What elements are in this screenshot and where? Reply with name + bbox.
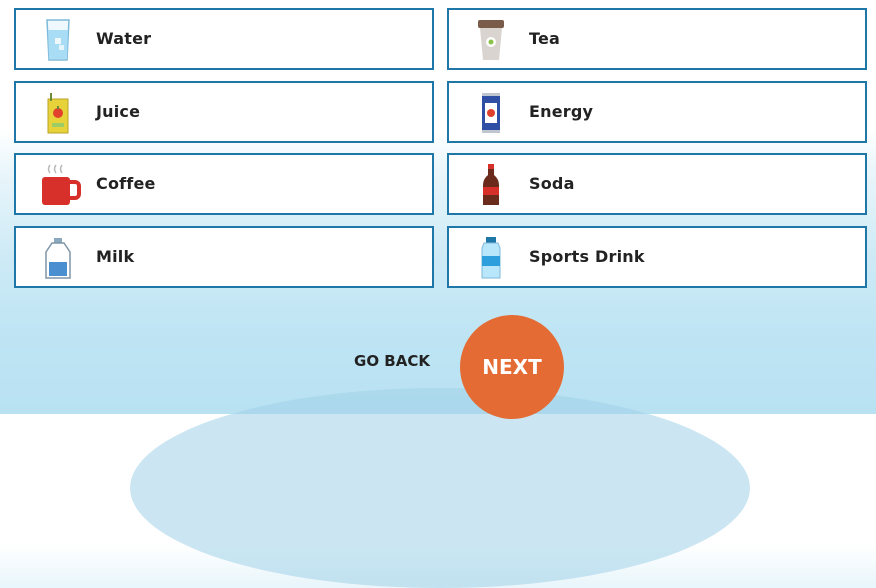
juice-box-icon	[47, 93, 69, 134]
option-water[interactable]: Water	[14, 8, 434, 70]
background-arc	[130, 388, 750, 588]
water-glass-icon	[46, 19, 70, 61]
option-energy[interactable]: Energy	[447, 81, 867, 143]
option-juice[interactable]: Juice	[14, 81, 434, 143]
option-label: Tea	[529, 29, 561, 48]
option-tea[interactable]: Tea	[447, 8, 867, 70]
option-soda[interactable]: Soda	[447, 153, 867, 215]
coffee-mug-icon	[42, 164, 81, 205]
soda-bottle-icon	[483, 164, 499, 205]
option-label: Energy	[529, 102, 594, 121]
sports-drink-bottle-icon	[481, 237, 501, 279]
option-label: Water	[96, 29, 152, 48]
option-label: Coffee	[96, 174, 156, 193]
tea-cup-icon	[478, 20, 504, 60]
option-coffee[interactable]: Coffee	[14, 153, 434, 215]
option-label: Juice	[96, 102, 141, 121]
option-label: Milk	[96, 247, 135, 266]
option-label: Sports Drink	[529, 247, 645, 266]
energy-can-icon	[482, 93, 500, 133]
option-label: Soda	[529, 174, 575, 193]
milk-jug-icon	[45, 238, 71, 279]
go-back-button[interactable]: GO BACK	[342, 346, 442, 376]
next-button[interactable]: NEXT	[460, 315, 564, 419]
option-sports-drink[interactable]: Sports Drink	[447, 226, 867, 288]
option-milk[interactable]: Milk	[14, 226, 434, 288]
